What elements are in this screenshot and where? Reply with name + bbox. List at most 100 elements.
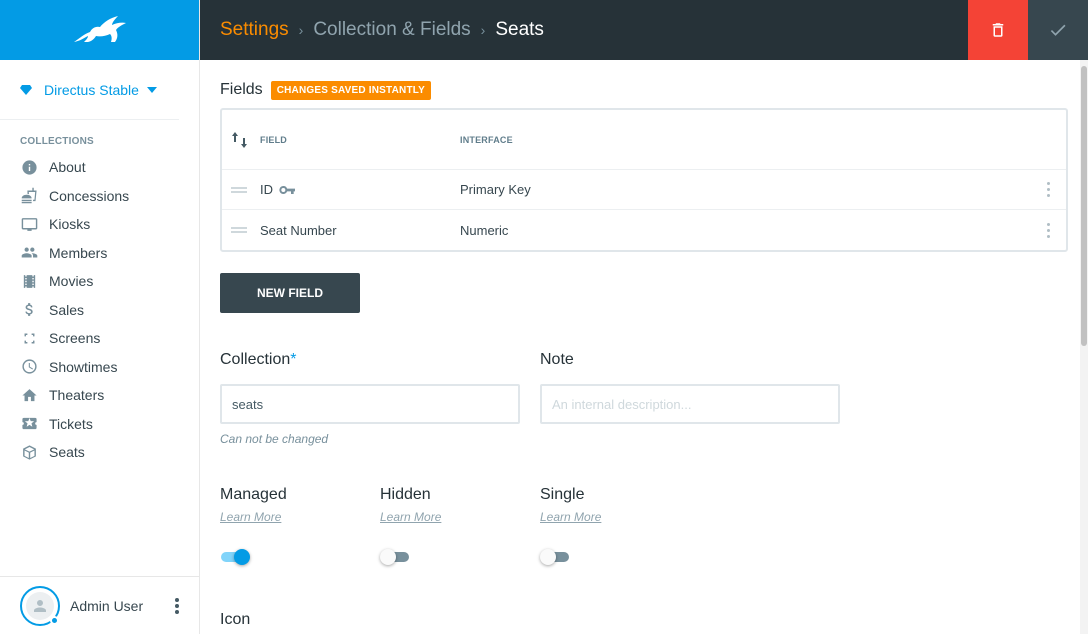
status-badge: CHANGES SAVED INSTANTLY — [270, 80, 432, 100]
sidebar-item-about[interactable]: About — [0, 153, 199, 182]
breadcrumb-settings[interactable]: Settings — [220, 19, 289, 41]
collection-label: Collection* — [220, 351, 297, 368]
sidebar-item-tickets[interactable]: Tickets — [0, 410, 199, 439]
breadcrumb: Settings › Collection & Fields › Seats — [200, 19, 968, 41]
online-status-dot — [50, 615, 59, 625]
project-name: Directus Stable — [44, 81, 139, 98]
toggle-options: Managed Learn More Hidden Learn More Sin… — [220, 486, 1088, 565]
sidebar-item-label: About — [49, 159, 86, 176]
sidebar-item-label: Kiosks — [49, 216, 91, 233]
more-vert-icon[interactable] — [167, 594, 187, 618]
breadcrumb-separator: › — [298, 22, 304, 38]
more-vert-icon[interactable] — [1030, 221, 1066, 239]
breadcrumb-collections[interactable]: Collection & Fields — [313, 19, 470, 41]
note-group: Note — [540, 351, 860, 446]
sidebar-item-label: Concessions — [49, 187, 130, 204]
sidebar-item-concessions[interactable]: Concessions — [0, 182, 199, 211]
hidden-label: Hidden — [380, 486, 431, 503]
scrollbar-thumb[interactable] — [1081, 66, 1087, 346]
home-icon — [20, 386, 38, 404]
sidebar-item-label: Theaters — [49, 387, 105, 404]
more-vert-icon[interactable] — [1030, 181, 1066, 199]
column-header-interface: INTERFACE — [460, 134, 513, 145]
single-option: Single Learn More — [540, 486, 700, 565]
collection-hint: Can not be changed — [220, 432, 329, 446]
new-field-button[interactable]: NEW FIELD — [220, 273, 360, 313]
column-header-field: FIELD — [260, 134, 287, 145]
field-name-cell: Seat Number — [260, 223, 460, 238]
interface-cell: Numeric — [460, 222, 509, 238]
hidden-option: Hidden Learn More — [380, 486, 540, 565]
main-content: Fields CHANGES SAVED INSTANTLY FIELD INT… — [201, 60, 1088, 634]
sidebar-item-seats[interactable]: Seats — [0, 438, 199, 467]
person-icon — [26, 591, 54, 620]
delete-button[interactable] — [968, 0, 1028, 60]
sidebar-item-label: Screens — [49, 330, 101, 347]
managed-option: Managed Learn More — [220, 486, 380, 565]
field-name-cell: ID — [260, 182, 460, 197]
fields-section-header: Fields CHANGES SAVED INSTANTLY — [220, 80, 1088, 100]
single-toggle[interactable] — [540, 549, 570, 565]
learn-more-link[interactable]: Learn More — [380, 510, 441, 524]
fastfood-icon — [20, 187, 38, 205]
sidebar-item-label: Tickets — [49, 415, 93, 432]
sidebar-item-theaters[interactable]: Theaters — [0, 381, 199, 410]
scrollbar[interactable] — [1080, 60, 1088, 634]
ticket-icon — [20, 415, 38, 433]
dollar-icon — [20, 301, 38, 319]
box-icon — [20, 443, 38, 461]
note-label: Note — [540, 351, 574, 368]
sidebar-item-kiosks[interactable]: Kiosks — [0, 210, 199, 239]
avatar[interactable] — [20, 585, 60, 626]
table-row[interactable]: ID Primary Key — [222, 170, 1066, 210]
sidebar-item-label: Seats — [49, 444, 85, 461]
people-icon — [20, 244, 38, 262]
managed-label: Managed — [220, 486, 287, 503]
sidebar-item-label: Sales — [49, 301, 85, 318]
sidebar-item-movies[interactable]: Movies — [0, 267, 199, 296]
clock-icon — [20, 358, 38, 376]
drag-handle-icon[interactable] — [222, 185, 260, 195]
logo[interactable] — [0, 0, 199, 60]
single-label: Single — [540, 486, 585, 503]
learn-more-link[interactable]: Learn More — [220, 510, 281, 524]
collection-input[interactable] — [220, 384, 520, 424]
sidebar: Directus Stable COLLECTIONS About Conces… — [0, 0, 200, 634]
diamond-icon — [20, 84, 32, 95]
fields-table: FIELD INTERFACE ID Primary Key Seat Numb… — [220, 108, 1068, 252]
table-row[interactable]: Seat Number Numeric — [222, 210, 1066, 250]
fullscreen-icon — [20, 329, 38, 347]
user-menu: Admin User — [0, 576, 199, 634]
hidden-toggle[interactable] — [380, 549, 410, 565]
film-icon — [20, 272, 38, 290]
collections-heading: COLLECTIONS — [20, 136, 94, 147]
save-button[interactable] — [1028, 0, 1088, 60]
table-header: FIELD INTERFACE — [222, 110, 1066, 170]
sidebar-item-members[interactable]: Members — [0, 239, 199, 268]
fields-title: Fields — [220, 81, 263, 98]
key-icon — [279, 185, 295, 194]
sidebar-item-screens[interactable]: Screens — [0, 324, 199, 353]
interface-cell: Primary Key — [460, 182, 531, 197]
collections-nav: About Concessions Kiosks Members Movies … — [0, 153, 199, 467]
collection-group: Collection* Can not be changed — [220, 351, 540, 446]
field-name: Seat Number — [260, 222, 337, 238]
info-icon — [20, 158, 38, 176]
note-input[interactable] — [540, 384, 840, 424]
monitor-icon — [20, 215, 38, 233]
sort-icon[interactable] — [222, 131, 260, 149]
trash-icon — [992, 23, 1004, 37]
learn-more-link[interactable]: Learn More — [540, 510, 601, 524]
drag-handle-icon[interactable] — [222, 225, 260, 235]
collection-form: Collection* Can not be changed Note — [220, 351, 1088, 446]
field-name: ID — [260, 182, 273, 197]
managed-toggle[interactable] — [220, 549, 250, 565]
project-switcher[interactable]: Directus Stable — [0, 60, 179, 120]
sidebar-item-sales[interactable]: Sales — [0, 296, 199, 325]
header: Settings › Collection & Fields › Seats — [200, 0, 1088, 60]
chevron-down-icon — [147, 86, 157, 93]
icon-label: Icon — [220, 611, 251, 628]
breadcrumb-separator: › — [480, 22, 486, 38]
rabbit-logo-icon — [73, 16, 126, 42]
sidebar-item-showtimes[interactable]: Showtimes — [0, 353, 199, 382]
